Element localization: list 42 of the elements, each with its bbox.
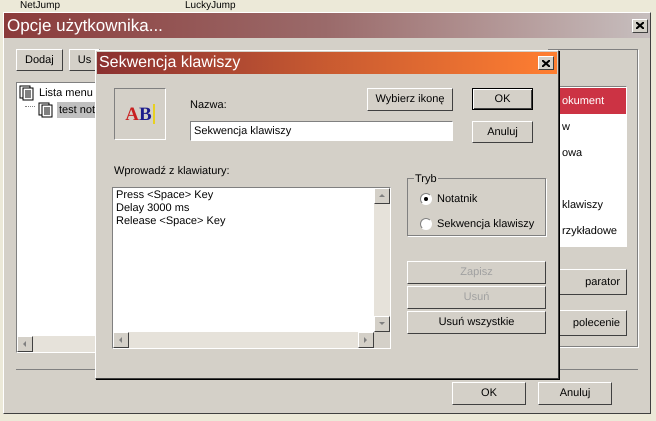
group-title: Tryb [414, 171, 438, 188]
close-icon [636, 22, 644, 29]
radio-label: Notatnik [437, 192, 478, 207]
choose-icon-button[interactable]: Wybierz ikonę [367, 88, 453, 111]
dialog-button[interactable]: Anuluj [538, 382, 612, 405]
close-button[interactable] [538, 56, 554, 70]
close-button[interactable] [632, 18, 648, 32]
document-icon [38, 102, 54, 118]
radio-button[interactable] [420, 218, 432, 230]
window-title: Opcje użytkownika... [6, 14, 163, 37]
name-field[interactable]: Sekwencja klawiszy [190, 121, 453, 141]
sequence-line: Press <Space> Key [116, 188, 214, 202]
tree-item[interactable]: test not [57, 102, 98, 118]
icon-letter: B [139, 104, 152, 124]
name-label: Nazwa: [190, 98, 227, 112]
ok-button[interactable]: OK [472, 88, 533, 110]
dialog-title: Sekwencja klawiszy [98, 53, 240, 73]
scroll-left-button[interactable] [17, 336, 33, 352]
scroll-down-button[interactable] [374, 316, 390, 332]
sequence-editor[interactable]: Press <Space> Key Delay 3000 ms Release <Space> Key [112, 186, 391, 348]
radio-label: Sekwencja klawiszy [437, 216, 534, 232]
close-icon [542, 60, 550, 66]
sequence-line: Release <Space> Key [116, 214, 226, 228]
toolbar-button[interactable]: Dodaj [16, 49, 63, 71]
tree-item[interactable]: Lista menu [38, 85, 94, 102]
scroll-up-button[interactable] [374, 188, 390, 204]
document-icon [19, 85, 35, 102]
column-header: NetJump [20, 0, 62, 11]
icon-letter: A [125, 104, 140, 124]
dialog-button[interactable]: OK [452, 382, 526, 405]
radio-button[interactable] [420, 193, 432, 206]
sequence-line: Delay 3000 ms [116, 202, 190, 214]
scroll-left-button[interactable] [113, 332, 129, 348]
cancel-button[interactable]: Anuluj [472, 121, 533, 143]
scroll-right-button[interactable] [358, 332, 374, 348]
arrow-icon [21, 340, 29, 348]
arrow-icon [117, 336, 125, 344]
scrollbar-corner [374, 332, 390, 348]
input-label: Wprowadź z klawiatury: [113, 164, 231, 179]
column-header: LuckyJump [185, 0, 236, 11]
action-button[interactable]: Usuń wszystkie [407, 311, 546, 334]
arrow-icon [378, 192, 386, 200]
